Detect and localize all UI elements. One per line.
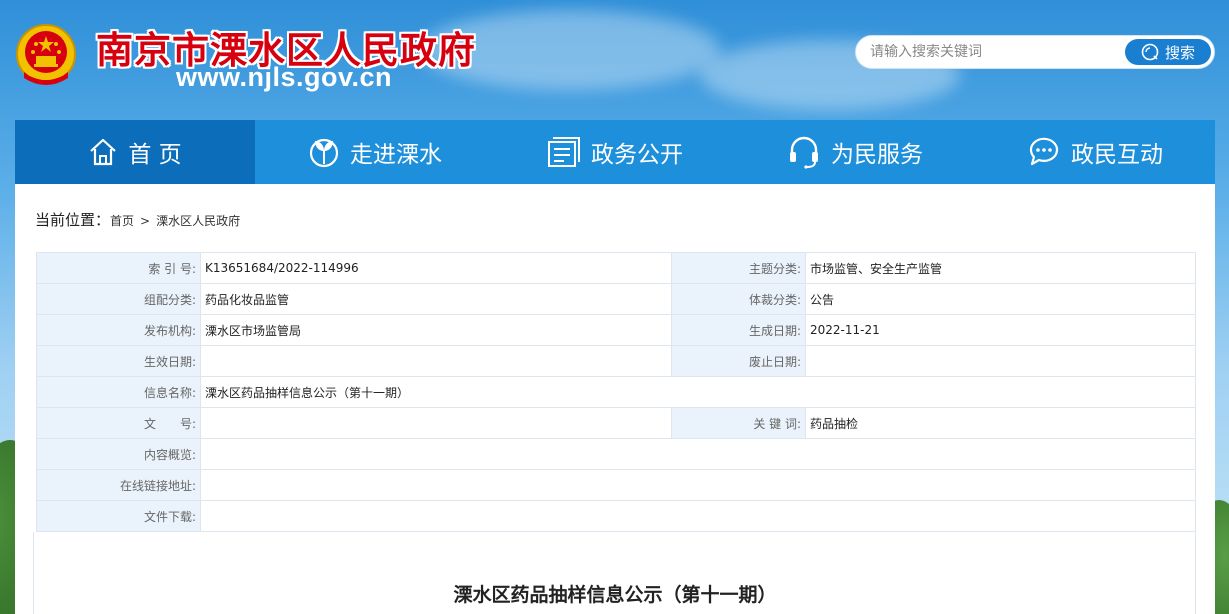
breadcrumb-item-home[interactable]: 首页 xyxy=(110,212,134,229)
doc-no-label: 文 号: xyxy=(36,407,201,439)
leaf-icon xyxy=(309,138,339,168)
breadcrumb: 当前位置： 首页 > 溧水区人民政府 xyxy=(35,209,240,230)
nav-item-interaction[interactable]: 政民互动 xyxy=(975,120,1215,184)
search-icon xyxy=(1141,43,1159,61)
chat-icon xyxy=(1029,137,1059,166)
index-no-label: 索 引 号: xyxy=(36,252,201,284)
info-name-label: 信息名称: xyxy=(36,376,201,408)
breadcrumb-label: 当前位置： xyxy=(35,211,111,229)
summary-label: 内容概览: xyxy=(36,438,201,470)
genre-label: 体裁分类: xyxy=(671,283,806,315)
nav-item-home[interactable]: 首 页 xyxy=(15,120,255,184)
genre-value: 公告 xyxy=(805,283,1196,315)
search-button-label: 搜索 xyxy=(1164,43,1195,62)
nav-item-gov-affairs[interactable]: 政务公开 xyxy=(495,120,735,184)
breadcrumb-item-government[interactable]: 溧水区人民政府 xyxy=(156,212,240,229)
keywords-label: 关 键 词: xyxy=(671,407,806,439)
nav-item-about[interactable]: 走进溧水 xyxy=(255,120,495,184)
home-icon xyxy=(90,138,117,166)
nav-item-label: 政务公开 xyxy=(591,142,683,168)
table-row: 文件下载: xyxy=(36,500,1196,532)
info-name-value: 溧水区药品抽样信息公示（第十一期） xyxy=(200,376,1196,408)
publisher-label: 发布机构: xyxy=(36,314,201,346)
org-category-label: 组配分类: xyxy=(36,283,201,315)
table-row: 索 引 号: K13651684/2022-114996 主题分类: 市场监管、… xyxy=(36,252,1196,284)
nav-item-label: 走进溧水 xyxy=(350,142,442,168)
site-header: 南京市溧水区人民政府 www.njls.gov.cn 搜索 xyxy=(0,0,1229,120)
table-row: 内容概览: xyxy=(36,438,1196,470)
nav-item-label: 政民互动 xyxy=(1071,142,1163,168)
org-category-value: 药品化妆品监管 xyxy=(200,283,672,315)
search-input[interactable] xyxy=(870,40,1120,64)
main-nav: 首 页 走进溧水 政务公开 为民服务 政民互动 xyxy=(15,120,1215,184)
document-icon xyxy=(548,137,580,167)
table-row: 生效日期: 废止日期: xyxy=(36,345,1196,377)
site-url[interactable]: www.njls.gov.cn xyxy=(176,62,392,93)
content-panel: 当前位置： 首页 > 溧水区人民政府 索 引 号: K13651684/2022… xyxy=(15,184,1215,614)
created-label: 生成日期: xyxy=(671,314,806,346)
download-value[interactable] xyxy=(200,500,1196,532)
metadata-table: 索 引 号: K13651684/2022-114996 主题分类: 市场监管、… xyxy=(36,252,1196,532)
effective-value xyxy=(200,345,672,377)
table-row: 在线链接地址: xyxy=(36,469,1196,501)
table-row: 组配分类: 药品化妆品监管 体裁分类: 公告 xyxy=(36,283,1196,315)
online-link-label: 在线链接地址: xyxy=(36,469,201,501)
search-button[interactable]: 搜索 xyxy=(1125,39,1211,65)
download-label: 文件下载: xyxy=(36,500,201,532)
online-link-value[interactable] xyxy=(200,469,1196,501)
article-title: 溧水区药品抽样信息公示（第十一期） xyxy=(453,584,777,606)
doc-no-value xyxy=(200,407,672,439)
publisher-value: 溧水区市场监管局 xyxy=(200,314,672,346)
nav-item-services[interactable]: 为民服务 xyxy=(735,120,975,184)
table-row: 发布机构: 溧水区市场监管局 生成日期: 2022-11-21 xyxy=(36,314,1196,346)
headset-icon xyxy=(790,136,818,169)
table-row: 文 号: 关 键 词: 药品抽检 xyxy=(36,407,1196,439)
expiry-value xyxy=(805,345,1196,377)
keywords-value: 药品抽检 xyxy=(805,407,1196,439)
summary-value xyxy=(200,438,1196,470)
search-box: 搜索 xyxy=(855,35,1215,69)
topic-label: 主题分类: xyxy=(671,252,806,284)
nav-item-label: 为民服务 xyxy=(831,142,923,168)
topic-value: 市场监管、安全生产监管 xyxy=(805,252,1196,284)
breadcrumb-separator: > xyxy=(140,214,151,228)
created-value: 2022-11-21 xyxy=(805,314,1196,346)
national-emblem-icon[interactable] xyxy=(14,22,78,90)
index-no-value: K13651684/2022-114996 xyxy=(200,252,672,284)
effective-label: 生效日期: xyxy=(36,345,201,377)
nav-item-label: 首 页 xyxy=(128,142,182,168)
table-row: 信息名称: 溧水区药品抽样信息公示（第十一期） xyxy=(36,376,1196,408)
expiry-label: 废止日期: xyxy=(671,345,806,377)
